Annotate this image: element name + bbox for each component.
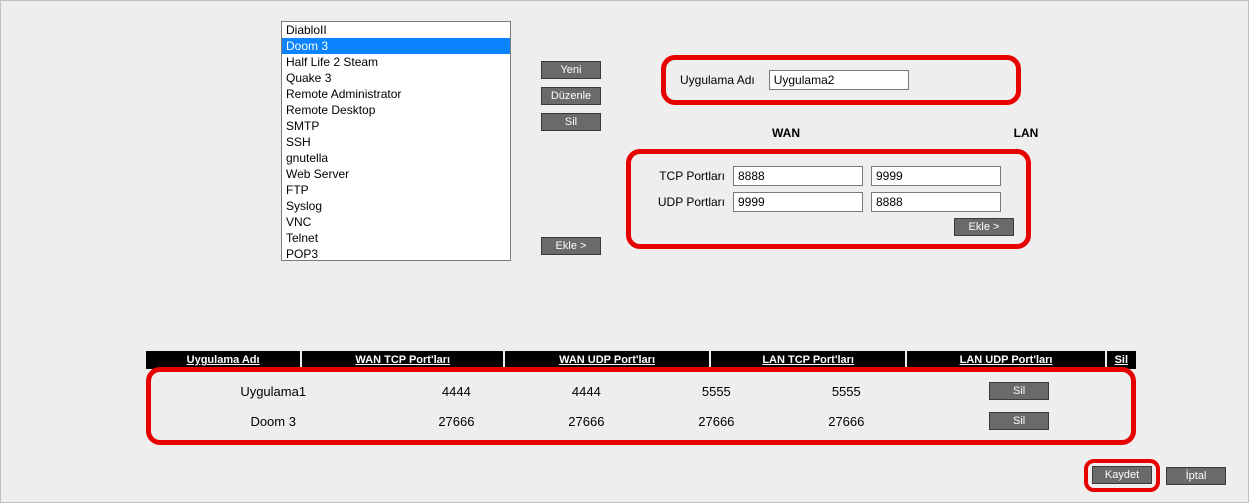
table-cell: 5555 (651, 376, 781, 406)
form-area: Uygulama Adı WAN LAN TCP Portları UDP Po… (631, 21, 1131, 261)
app-name-label: Uygulama Adı (680, 73, 755, 87)
table-cell: 27666 (391, 406, 521, 436)
listbox-item[interactable]: Syslog (282, 198, 510, 214)
ports-highlight: TCP Portları UDP Portları Ekle > (626, 149, 1031, 249)
add-to-list-button[interactable]: Ekle > (541, 237, 601, 255)
listbox-item[interactable]: Half Life 2 Steam (282, 54, 510, 70)
table-cell: 5555 (781, 376, 911, 406)
save-highlight: Kaydet (1084, 459, 1160, 492)
listbox-item[interactable]: VNC (282, 214, 510, 230)
add-port-button[interactable]: Ekle > (954, 218, 1014, 236)
edit-button[interactable]: Düzenle (541, 87, 601, 105)
listbox-item[interactable]: Quake 3 (282, 70, 510, 86)
table-cell: 27666 (521, 406, 651, 436)
table-cell: 27666 (781, 406, 911, 436)
cancel-button[interactable]: İptal (1166, 467, 1226, 485)
tcp-ports-label: TCP Portları (645, 169, 725, 183)
listbox-item[interactable]: Doom 3 (282, 38, 510, 54)
application-listbox[interactable]: DiabloIIDoom 3Half Life 2 SteamQuake 3Re… (281, 21, 511, 261)
tcp-wan-input[interactable] (733, 166, 863, 186)
row-delete-button[interactable]: Sil (989, 412, 1049, 430)
table-cell: Uygulama1 (155, 376, 391, 406)
lan-header: LAN (961, 126, 1091, 140)
rules-table-wrap: Uygulama Adı WAN TCP Port'ları WAN UDP P… (146, 351, 1136, 445)
app-name-highlight: Uygulama Adı (661, 55, 1021, 105)
table-row: Doom 327666276662766627666Sil (155, 406, 1127, 436)
listbox-item[interactable]: Telnet (282, 230, 510, 246)
tcp-lan-input[interactable] (871, 166, 1001, 186)
udp-ports-label: UDP Portları (645, 195, 725, 209)
listbox-item[interactable]: POP3 (282, 246, 510, 261)
udp-wan-input[interactable] (733, 192, 863, 212)
table-cell: 27666 (651, 406, 781, 436)
listbox-item[interactable]: FTP (282, 182, 510, 198)
rules-highlight: Uygulama14444444455555555SilDoom 3276662… (146, 367, 1136, 445)
listbox-item[interactable]: SMTP (282, 118, 510, 134)
listbox-item[interactable]: SSH (282, 134, 510, 150)
listbox-item[interactable]: DiabloII (282, 22, 510, 38)
udp-lan-input[interactable] (871, 192, 1001, 212)
listbox-item[interactable]: Remote Desktop (282, 102, 510, 118)
save-button[interactable]: Kaydet (1092, 466, 1152, 484)
delete-button[interactable]: Sil (541, 113, 601, 131)
footer-buttons: Kaydet İptal (1084, 459, 1226, 492)
listbox-item[interactable]: Web Server (282, 166, 510, 182)
listbox-item[interactable]: gnutella (282, 150, 510, 166)
port-columns-header: WAN LAN (721, 126, 1091, 140)
app-name-input[interactable] (769, 70, 909, 90)
wan-header: WAN (721, 126, 851, 140)
table-cell: Doom 3 (155, 406, 391, 436)
table-cell: 4444 (391, 376, 521, 406)
row-delete-button[interactable]: Sil (989, 382, 1049, 400)
listbox-item[interactable]: Remote Administrator (282, 86, 510, 102)
table-cell: 4444 (521, 376, 651, 406)
table-row: Uygulama14444444455555555Sil (155, 376, 1127, 406)
new-button[interactable]: Yeni (541, 61, 601, 79)
action-column: Yeni Düzenle Sil Ekle > (531, 21, 611, 261)
